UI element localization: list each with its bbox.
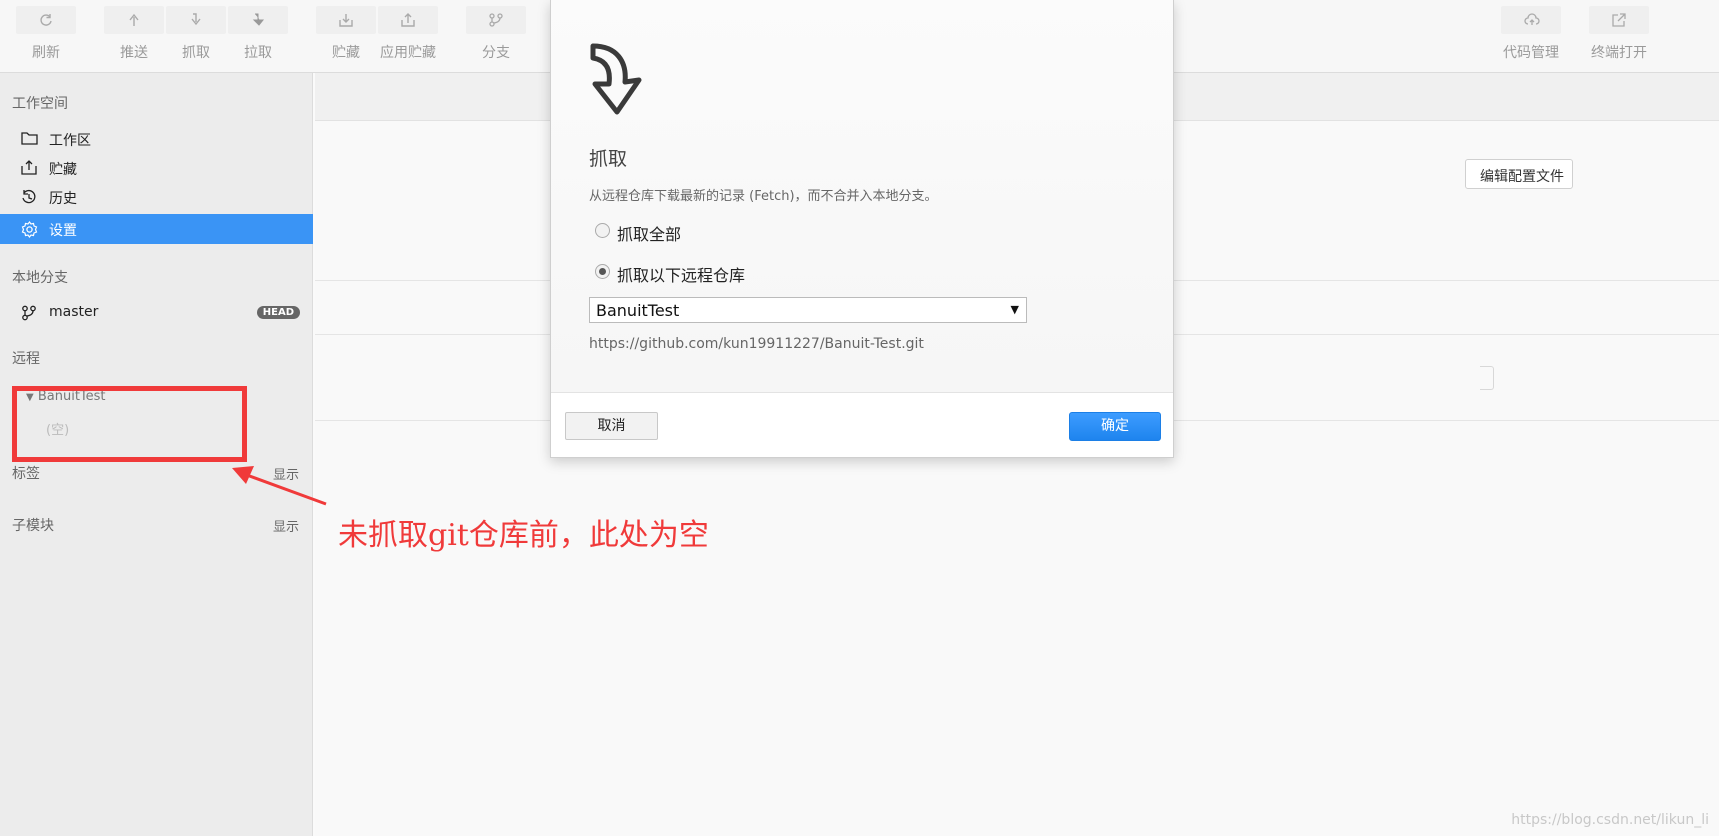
- sidebar-item-label: 工作区: [49, 133, 91, 149]
- submodule-title: 子模块: [12, 518, 54, 534]
- sidebar-item-label: 贮藏: [49, 162, 77, 178]
- gear-icon: [21, 221, 38, 242]
- apply-stash-button[interactable]: 应用贮藏: [377, 6, 439, 61]
- upload-icon: [378, 6, 438, 34]
- curved-arrow-down-icon: [587, 40, 651, 122]
- terminal-open-button[interactable]: 终端打开: [1588, 6, 1650, 61]
- head-badge: HEAD: [256, 306, 300, 319]
- branch-icon: [466, 6, 526, 34]
- sidebar-item-workspace[interactable]: 工作区: [0, 124, 313, 154]
- stash-icon: [316, 6, 376, 34]
- watermark: https://blog.csdn.net/likun_li: [1511, 812, 1709, 828]
- branch-icon: [21, 305, 37, 325]
- code-manage-button[interactable]: 代码管理: [1500, 6, 1562, 61]
- background-control: [1480, 366, 1494, 390]
- fetch-all-label: 抓取全部: [617, 225, 682, 244]
- push-button[interactable]: 推送: [103, 6, 165, 61]
- pull-icon: [228, 6, 288, 34]
- edit-config-button[interactable]: 编辑配置文件: [1465, 159, 1573, 189]
- fetch-selected-label: 抓取以下远程仓库: [617, 266, 746, 285]
- sidebar-item-label: 设置: [49, 223, 77, 239]
- cloud-icon: [1501, 6, 1561, 34]
- stash-button[interactable]: 贮藏: [315, 6, 377, 61]
- remote-title: 远程: [12, 351, 40, 367]
- refresh-icon: [16, 6, 76, 34]
- cancel-button[interactable]: 取消: [565, 412, 658, 440]
- annotation-highlight-box: [12, 386, 247, 462]
- branch-button[interactable]: 分支: [465, 6, 527, 61]
- push-icon: [104, 6, 164, 34]
- history-icon: [21, 189, 37, 209]
- radio-fetch-all[interactable]: [595, 223, 610, 238]
- fetch-dialog: 抓取 从远程仓库下载最新的记录 (Fetch)，而不合并入本地分支。 抓取全部 …: [550, 0, 1174, 458]
- annotation-arrow-icon: [230, 462, 330, 511]
- sidebar-item-stash[interactable]: 贮藏: [0, 153, 313, 183]
- upload-icon: [21, 160, 37, 179]
- branch-item-master[interactable]: master HEAD: [0, 298, 313, 328]
- workspace-title: 工作空间: [12, 96, 68, 112]
- fetch-button[interactable]: 抓取: [165, 6, 227, 61]
- remote-select[interactable]: BanuitTest ▼: [589, 297, 1027, 323]
- dialog-title: 抓取: [589, 148, 628, 170]
- dropdown-arrow-icon: ▼: [1010, 303, 1019, 316]
- dialog-body: 抓取 从远程仓库下载最新的记录 (Fetch)，而不合并入本地分支。 抓取全部 …: [551, 0, 1173, 393]
- remote-select-value: BanuitTest: [596, 301, 680, 320]
- confirm-button[interactable]: 确定: [1069, 412, 1161, 441]
- dialog-description: 从远程仓库下载最新的记录 (Fetch)，而不合并入本地分支。: [589, 189, 938, 204]
- folder-icon: [21, 131, 38, 149]
- remote-url: https://github.com/kun19911227/Banuit-Te…: [589, 336, 924, 352]
- local-branch-title: 本地分支: [12, 270, 68, 286]
- external-link-icon: [1589, 6, 1649, 34]
- sidebar-item-label: 历史: [49, 191, 77, 207]
- radio-fetch-selected[interactable]: [595, 264, 610, 279]
- tags-title: 标签: [12, 466, 40, 482]
- submodule-show-link[interactable]: 显示: [273, 516, 299, 535]
- fetch-icon: [166, 6, 226, 34]
- sidebar-item-history[interactable]: 历史: [0, 182, 313, 212]
- refresh-button[interactable]: 刷新: [15, 6, 77, 61]
- sidebar-item-settings[interactable]: 设置: [0, 214, 313, 244]
- branch-name: master: [49, 304, 99, 320]
- annotation-text: 未抓取git仓库前，此处为空: [338, 518, 709, 553]
- pull-button[interactable]: 拉取: [227, 6, 289, 61]
